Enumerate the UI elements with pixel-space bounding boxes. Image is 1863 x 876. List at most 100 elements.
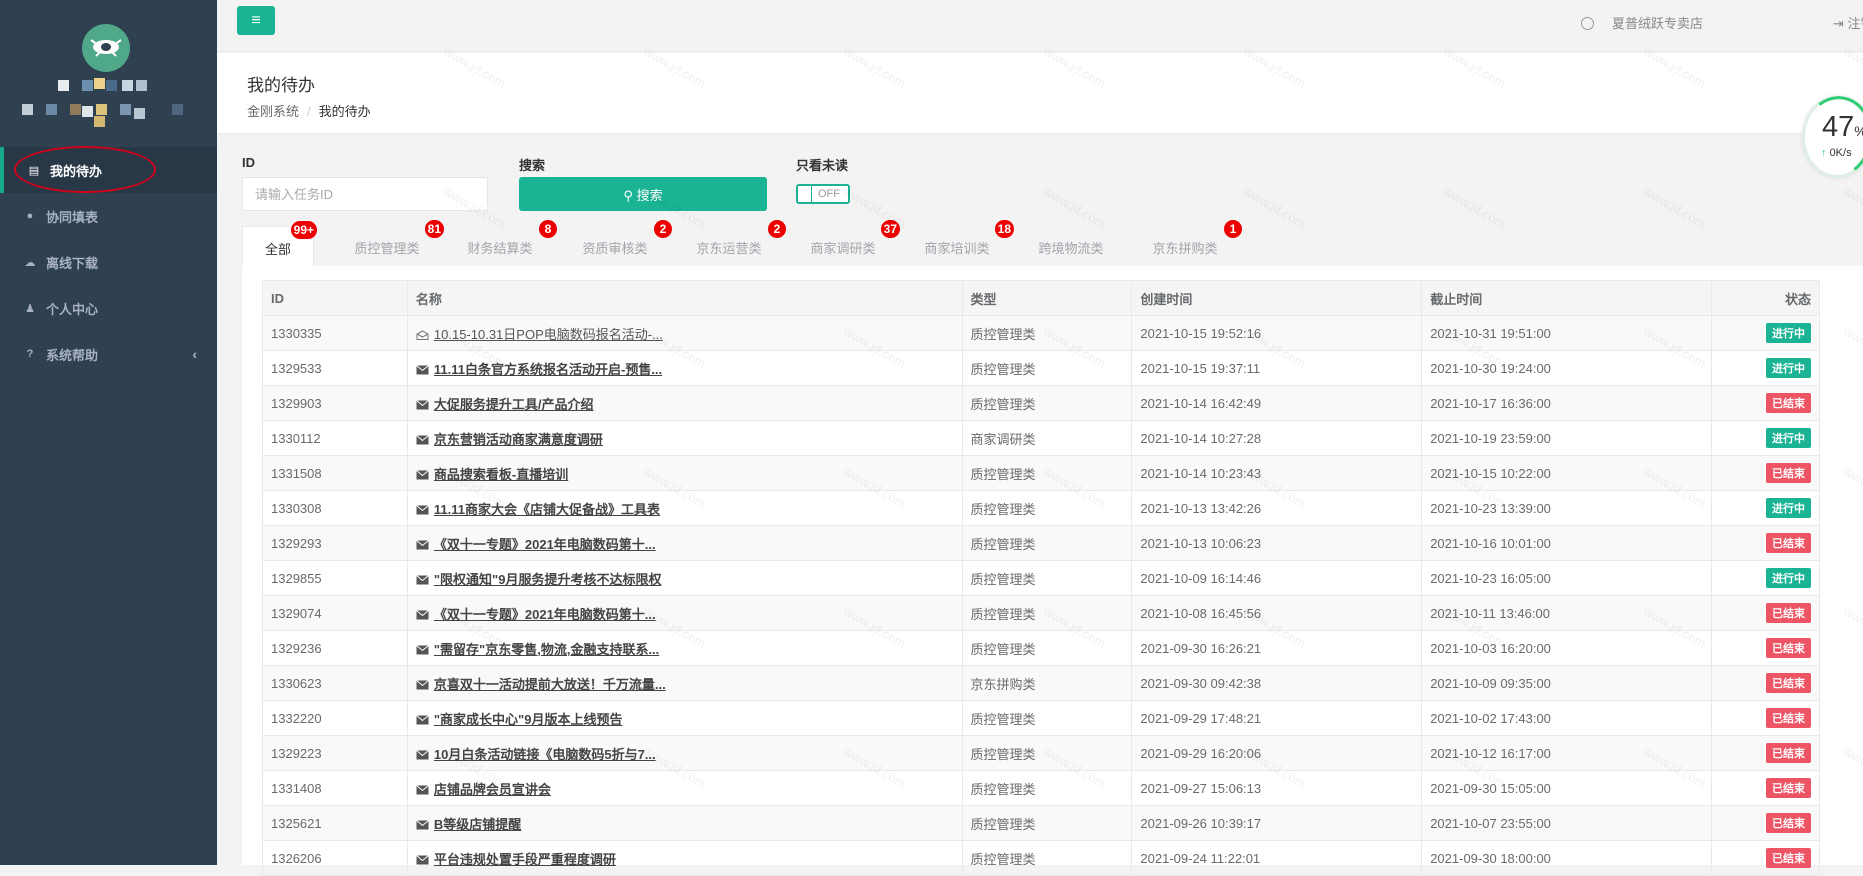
brand-logo — [82, 24, 130, 72]
highlight-annotation — [14, 146, 156, 193]
cell-id: 1325621 — [262, 805, 408, 841]
envelope-icon — [416, 572, 434, 587]
toggle-state-text: OFF — [818, 188, 840, 200]
cell-type: 京东拼购类 — [961, 665, 1133, 701]
task-name-link[interactable]: B等级店铺提醒 — [434, 817, 521, 832]
cell-deadline: 2021-09-30 18:00:00 — [1421, 840, 1712, 876]
cell-id: 1330623 — [262, 665, 408, 701]
table-row[interactable]: 1325621 B等级店铺提醒 质控管理类 2021-09-26 10:39:17 20… — [262, 805, 1820, 841]
task-name-link[interactable]: 11.11白条官方系统报名活动开启-预售... — [434, 362, 662, 377]
cell-name: 商品搜索看板-直播培训 — [406, 455, 963, 491]
cell-status: 进行中 — [1711, 350, 1820, 386]
tab-1[interactable]: 质控管理类 81 — [332, 220, 444, 266]
status-badge: 已结束 — [1766, 393, 1811, 413]
breadcrumb-home[interactable]: 金刚系统 — [247, 104, 299, 119]
task-name-link[interactable]: "限权通知"9月服务提升考核不达标限权 — [434, 572, 662, 587]
cell-type: 质控管理类 — [961, 770, 1133, 806]
cell-deadline: 2021-09-30 15:05:00 — [1421, 770, 1712, 806]
cell-status: 已结束 — [1711, 630, 1820, 666]
cell-id: 1329074 — [262, 595, 408, 631]
tab-count-badge: 81 — [424, 220, 444, 238]
envelope-icon — [416, 852, 434, 867]
sidebar: ▤ 我的待办 ● 协同填表 ☁ 离线下载 ♟ 个人中心? 系统帮助 ‹ — [0, 0, 217, 865]
table-row[interactable]: 1329903 大促服务提升工具/产品介绍 质控管理类 2021-10-14 16:4… — [262, 385, 1820, 421]
status-badge: 已结束 — [1766, 673, 1811, 693]
user-icon: ♟ — [25, 302, 35, 315]
task-name-link[interactable]: 平台违规处置手段严重程度调研 — [434, 852, 616, 867]
cell-id: 1329223 — [262, 735, 408, 771]
status-badge: 已结束 — [1766, 533, 1811, 553]
cell-type: 质控管理类 — [961, 840, 1133, 876]
table-row[interactable]: 1329855 "限权通知"9月服务提升考核不达标限权 质控管理类 2021-10-0… — [262, 560, 1820, 596]
cell-deadline: 2021-10-09 09:35:00 — [1421, 665, 1712, 701]
table-row[interactable]: 1331408 店铺品牌会员宣讲会 质控管理类 2021-09-27 15:06:13… — [262, 770, 1820, 806]
envelope-icon — [416, 607, 434, 622]
table-row[interactable]: 1329223 10月白条活动链接《电脑数码5折与7... 质控管理类 2021-09… — [262, 735, 1820, 771]
cell-created: 2021-10-08 16:45:56 — [1131, 595, 1423, 631]
search-button[interactable]: ⚲ 搜索 — [519, 177, 767, 211]
task-name-link[interactable]: 11.11商家大会《店铺大促备战》工具表 — [434, 502, 660, 517]
cell-deadline: 2021-10-07 23:55:00 — [1421, 805, 1712, 841]
sidebar-item-2[interactable]: ☁ 离线下载 — [0, 239, 217, 285]
tab-4[interactable]: 京东运营类 2 — [674, 220, 786, 266]
logout-link[interactable]: ⇥ 注销 — [1833, 13, 1863, 32]
tab-8[interactable]: 京东拼购类 1 — [1130, 220, 1242, 266]
breadcrumb-current: 我的待办 — [318, 104, 371, 119]
tab-5[interactable]: 商家调研类 37 — [788, 220, 900, 266]
task-name-link[interactable]: 10月白条活动链接《电脑数码5折与7... — [434, 747, 656, 762]
table-row[interactable]: 1329236 "需留存"京东零售,物流,金融支持联系... 质控管理类 2021-0… — [262, 630, 1820, 666]
cell-status: 已结束 — [1711, 525, 1820, 561]
task-name-link[interactable]: 店铺品牌会员宣讲会 — [434, 782, 551, 797]
breadcrumb: 金刚系统 / 我的待办 — [247, 101, 371, 120]
cell-name: "商家成长中心"9月版本上线预告 — [406, 700, 963, 736]
watermark-text: www.jd.com — [1640, 183, 1709, 232]
unread-only-toggle[interactable]: OFF — [796, 184, 850, 204]
table-header-row: ID 名称 类型 创建时间 截止时间 状态 — [262, 280, 1820, 316]
id-label: ID — [242, 155, 255, 170]
tab-count-badge: 99+ — [290, 221, 317, 239]
tab-0[interactable]: 全部 99+ — [242, 221, 317, 266]
sidebar-item-label: 个人中心 — [46, 301, 99, 317]
table-row[interactable]: 1329293 《双十一专题》2021年电脑数码第十... 质控管理类 2021-10… — [262, 525, 1820, 561]
table-row[interactable]: 1329074 《双十一专题》2021年电脑数码第十... 质控管理类 2021-10… — [262, 595, 1820, 631]
task-name-link[interactable]: 《双十一专题》2021年电脑数码第十... — [434, 607, 656, 622]
cell-status: 进行中 — [1711, 490, 1820, 526]
network-speed-widget[interactable]: 47% ↑ 0K/s — [1795, 90, 1863, 184]
table-row[interactable]: 1330623 京喜双十一活动提前大放送！千万流量... 京东拼购类 2021-09-… — [262, 665, 1820, 701]
tab-2[interactable]: 财务结算类 8 — [445, 220, 557, 266]
table-row[interactable]: 1330308 11.11商家大会《店铺大促备战》工具表 质控管理类 2021-10-… — [262, 490, 1820, 526]
table-row[interactable]: 1330112 京东营销活动商家满意度调研 商家调研类 2021-10-14 10:2… — [262, 420, 1820, 456]
task-name-link[interactable]: 商品搜索看板-直播培训 — [434, 467, 568, 482]
cell-created: 2021-09-24 11:22:01 — [1131, 840, 1423, 876]
task-name-link[interactable]: "需留存"京东零售,物流,金融支持联系... — [434, 642, 659, 657]
task-name-link[interactable]: "商家成长中心"9月版本上线预告 — [434, 712, 623, 727]
watermark-text: www.jd.com — [1240, 183, 1309, 232]
tab-3[interactable]: 资质审核类 2 — [560, 220, 672, 266]
envelope-open-icon — [416, 327, 434, 342]
menu-toggle-button[interactable]: ≡ — [237, 6, 275, 35]
task-name-link[interactable]: 10.15-10.31日POP电脑数码报名活动-... — [434, 327, 663, 342]
upload-arrow-icon: ↑ — [1821, 147, 1827, 159]
tab-count-badge: 2 — [654, 220, 672, 238]
user-menu[interactable]: 夏普绒跃专卖店 — [1580, 13, 1703, 32]
cell-name: 《双十一专题》2021年电脑数码第十... — [406, 525, 963, 561]
tab-6[interactable]: 商家培训类 18 — [902, 220, 1014, 266]
table-row[interactable]: 1331508 商品搜索看板-直播培训 质控管理类 2021-10-14 10:23:… — [262, 455, 1820, 491]
table-row[interactable]: 1330335 10.15-10.31日POP电脑数码报名活动-... 质控管理类 2… — [262, 315, 1820, 351]
task-name-link[interactable]: 大促服务提升工具/产品介绍 — [434, 397, 594, 412]
cell-id: 1331408 — [262, 770, 408, 806]
sidebar-item-1[interactable]: ● 协同填表 — [0, 193, 217, 239]
sidebar-item-3[interactable]: ♟ 个人中心 — [0, 285, 217, 331]
task-name-link[interactable]: 《双十一专题》2021年电脑数码第十... — [434, 537, 656, 552]
sidebar-item-4[interactable]: ? 系统帮助 ‹ — [0, 331, 217, 377]
table-row[interactable]: 1329533 11.11白条官方系统报名活动开启-预售... 质控管理类 2021-… — [262, 350, 1820, 386]
envelope-icon — [416, 432, 434, 447]
cell-deadline: 2021-10-31 19:51:00 — [1421, 315, 1712, 351]
table-row[interactable]: 1326206 平台违规处置手段严重程度调研 质控管理类 2021-09-24 11:… — [262, 840, 1820, 876]
toggle-knob — [798, 186, 812, 202]
task-id-input[interactable] — [242, 177, 488, 211]
task-name-link[interactable]: 京喜双十一活动提前大放送！千万流量... — [434, 677, 666, 692]
table-row[interactable]: 1332220 "商家成长中心"9月版本上线预告 质控管理类 2021-09-29 1… — [262, 700, 1820, 736]
tab-7[interactable]: 跨境物流类 — [1016, 226, 1126, 266]
task-name-link[interactable]: 京东营销活动商家满意度调研 — [434, 432, 603, 447]
